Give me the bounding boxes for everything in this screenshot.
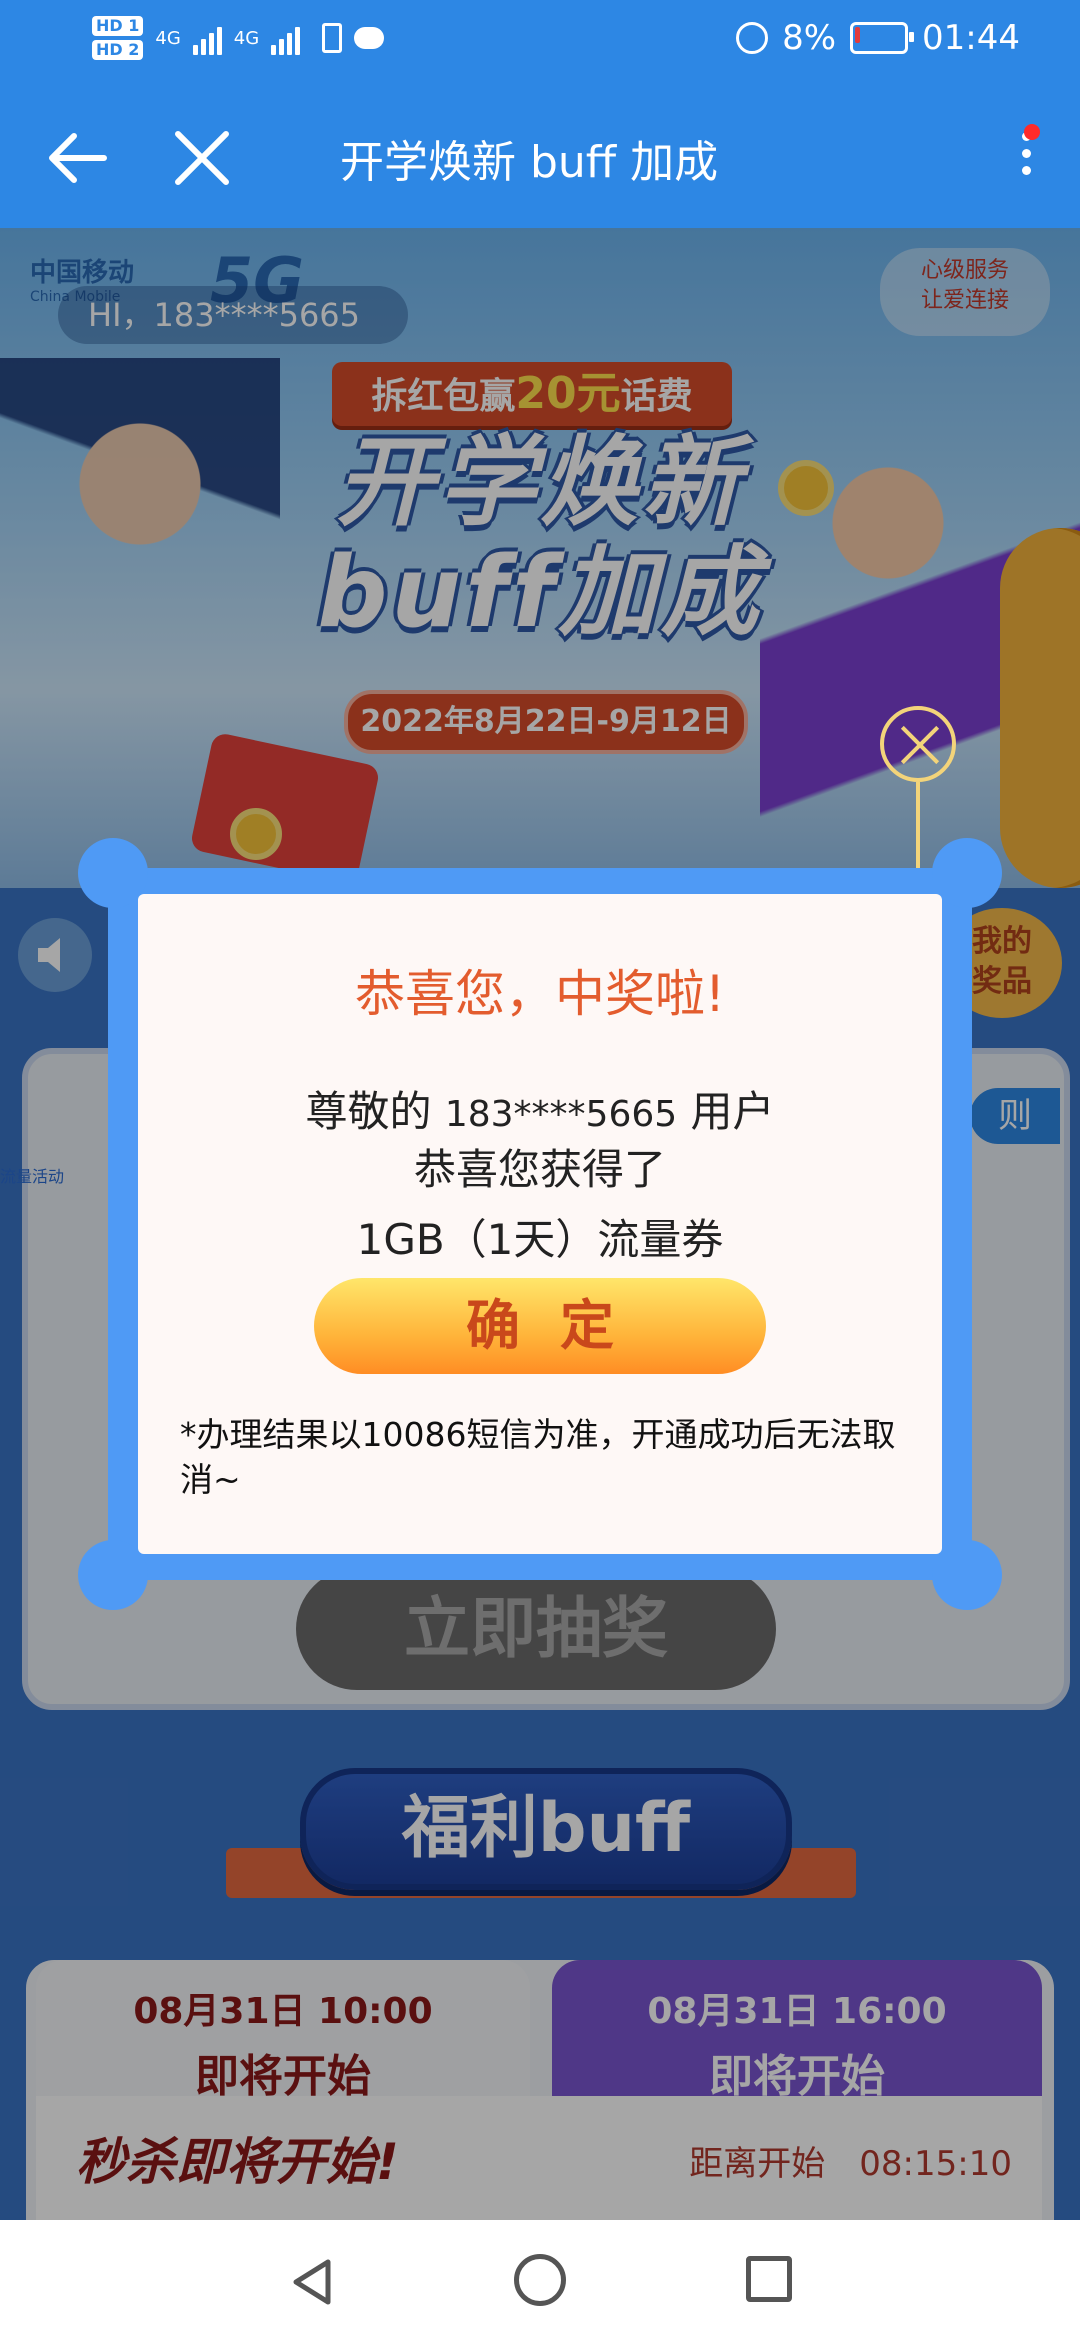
nav-home-icon[interactable] <box>514 2254 566 2306</box>
frame-corner <box>932 838 1002 908</box>
modal-close-stem <box>916 782 920 870</box>
battery-icon <box>850 22 915 54</box>
dialog-congrats: 恭喜您获得了 <box>413 1145 666 1194</box>
status-left: HD 1 HD 2 4G 4G <box>92 16 385 60</box>
nav-recent-apps-icon[interactable] <box>746 2256 792 2302</box>
greeting-prefix: 尊敬的 <box>305 1087 432 1136</box>
notification-dot <box>1024 124 1040 140</box>
network2-label: 4G <box>233 27 260 49</box>
alarm-icon <box>736 22 769 54</box>
vibrate-icon <box>322 23 343 53</box>
prize-name: 1GB（1天）流量券 <box>356 1215 724 1264</box>
sim2-label: HD 2 <box>92 40 144 60</box>
sim1-label: HD 1 <box>92 16 144 36</box>
dialog-greeting: 尊敬的 183****5665 用户 <box>138 1078 942 1139</box>
message-icon <box>354 27 385 49</box>
confirm-button[interactable]: 确定 <box>314 1278 766 1374</box>
status-right: 8% 01:44 <box>736 18 1020 58</box>
title-bar: 开学焕新 buff 加成 <box>0 88 1080 228</box>
system-nav-bar <box>0 2220 1080 2340</box>
signal-icon-2 <box>271 21 301 55</box>
status-bar: HD 1 HD 2 4G 4G 8% 01:44 <box>0 0 1080 88</box>
dialog-title: 恭喜您，中奖啦! <box>354 965 726 1023</box>
sim-indicators: HD 1 HD 2 <box>92 16 144 60</box>
user-phone: 183****5665 <box>444 1094 678 1135</box>
clock: 01:44 <box>922 18 1020 58</box>
battery-percent: 8% <box>782 18 837 58</box>
prize-dialog: 恭喜您，中奖啦! 尊敬的 183****5665 用户 恭喜您获得了 1GB（1… <box>138 894 942 1554</box>
signal-icon <box>192 21 222 55</box>
frame-corner <box>78 1540 148 1610</box>
network1-label: 4G <box>155 27 181 49</box>
frame-corner <box>932 1540 1002 1610</box>
page-title: 开学焕新 buff 加成 <box>340 137 719 188</box>
modal-close-icon[interactable] <box>880 706 956 782</box>
dialog-note: *办理结果以10086短信为准，开通成功后无法取消~ <box>180 1415 896 1499</box>
nav-back-icon[interactable] <box>286 2256 338 2308</box>
greeting-suffix: 用户 <box>690 1087 775 1136</box>
